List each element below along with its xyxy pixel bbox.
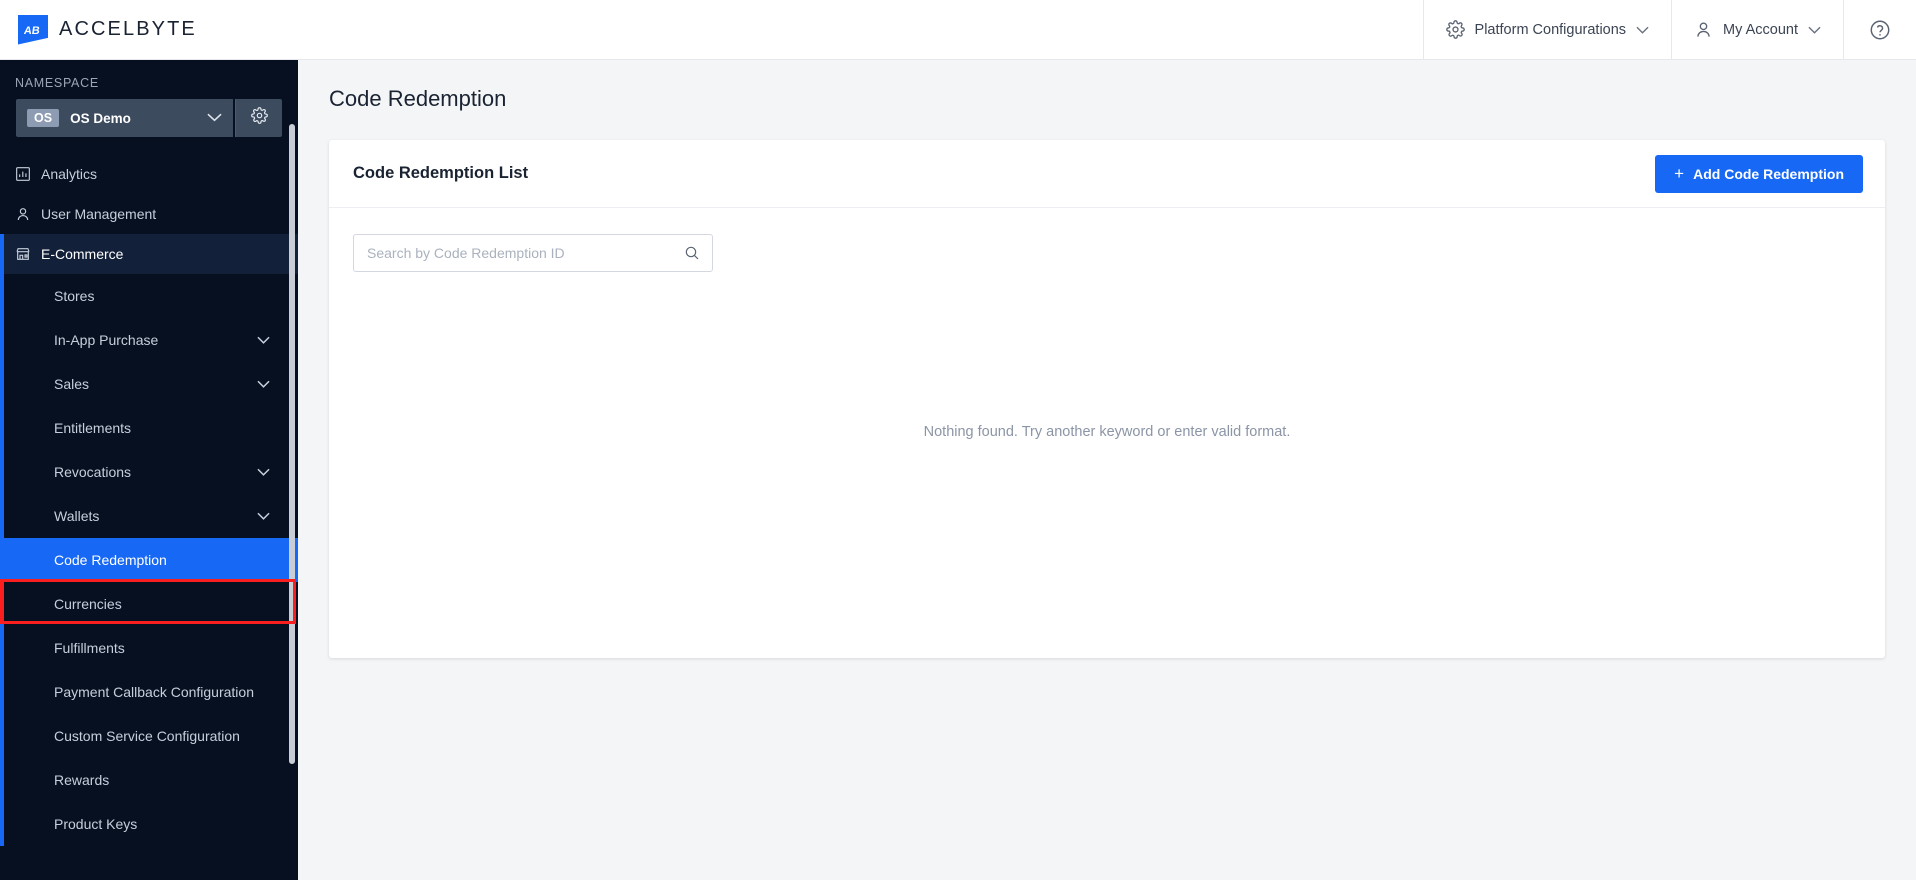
sidebar-menu: Analytics User Management E-Commerce Sto… [0, 154, 298, 846]
chevron-down-icon [257, 512, 270, 520]
bar-chart-icon [15, 166, 41, 182]
card-header: Code Redemption List + Add Code Redempti… [329, 140, 1885, 208]
sidebar-item-rewards[interactable]: Rewards [0, 758, 298, 802]
sidebar-item-code-redemption[interactable]: Code Redemption [0, 538, 298, 582]
sidebar-item-wallets[interactable]: Wallets [0, 494, 298, 538]
gear-icon [1445, 20, 1465, 39]
chevron-down-icon [1808, 22, 1821, 38]
sidebar-submenu: Stores In-App Purchase Sales Entitlement… [0, 274, 298, 846]
sidebar-item-label: Rewards [54, 772, 110, 788]
namespace-badge: OS [27, 108, 60, 128]
user-icon [1694, 20, 1713, 39]
sidebar-item-label: Payment Callback Configuration [54, 684, 254, 700]
platform-configurations-menu[interactable]: Platform Configurations [1422, 0, 1672, 60]
sidebar-item-sales[interactable]: Sales [0, 362, 298, 406]
store-icon [15, 246, 41, 262]
page-title: Code Redemption [329, 86, 507, 111]
add-code-redemption-button[interactable]: + Add Code Redemption [1655, 154, 1863, 193]
chevron-down-icon [257, 468, 270, 476]
platform-configurations-label: Platform Configurations [1474, 21, 1627, 38]
sidebar-item-user-management[interactable]: User Management [0, 194, 298, 234]
add-code-redemption-label: Add Code Redemption [1693, 165, 1844, 182]
sidebar-item-label: Stores [54, 288, 95, 304]
chevron-down-icon [1636, 22, 1649, 38]
namespace-selector[interactable]: OS OS Demo [16, 99, 233, 137]
chevron-down-icon [257, 380, 270, 388]
sidebar-item-custom-service-configuration[interactable]: Custom Service Configuration [0, 714, 298, 758]
sidebar-item-label: Code Redemption [54, 552, 167, 568]
sidebar-item-label: Product Keys [54, 816, 138, 832]
plus-icon: + [1674, 164, 1685, 183]
sidebar-item-revocations[interactable]: Revocations [0, 450, 298, 494]
sidebar: NAMESPACE OS OS Demo Analytics User Mana… [0, 60, 298, 880]
top-bar-actions: Platform Configurations My Account [1422, 0, 1916, 60]
search-input[interactable] [367, 245, 684, 261]
brand-name: ACCELBYTE [59, 18, 197, 40]
my-account-label: My Account [1723, 21, 1798, 38]
sidebar-item-fulfillments[interactable]: Fulfillments [0, 626, 298, 670]
code-redemption-card: Code Redemption List + Add Code Redempti… [329, 140, 1885, 658]
sidebar-item-product-keys[interactable]: Product Keys [0, 802, 298, 846]
card-title: Code Redemption List [353, 164, 529, 182]
top-bar: AB ACCELBYTE Platform Configurations My … [0, 0, 1916, 60]
sidebar-item-entitlements[interactable]: Entitlements [0, 406, 298, 450]
sidebar-item-label: Revocations [54, 464, 132, 480]
search-box[interactable] [353, 234, 713, 272]
sidebar-item-label: Wallets [54, 508, 100, 524]
sidebar-item-payment-callback-configuration[interactable]: Payment Callback Configuration [0, 670, 298, 714]
main-content: Code Redemption Code Redemption List + A… [298, 60, 1916, 880]
sidebar-item-label: User Management [41, 206, 157, 222]
gear-icon [250, 107, 268, 129]
chevron-down-icon [207, 109, 222, 127]
help-button[interactable] [1843, 0, 1916, 60]
namespace-label: NAMESPACE [15, 76, 99, 90]
sidebar-scrollbar[interactable] [289, 124, 295, 764]
sidebar-item-label: Fulfillments [54, 640, 125, 656]
sidebar-item-label: Currencies [54, 596, 122, 612]
sidebar-item-e-commerce[interactable]: E-Commerce [0, 234, 298, 274]
sidebar-item-label: In-App Purchase [54, 332, 159, 348]
sidebar-item-currencies[interactable]: Currencies [0, 582, 298, 626]
card-body: Nothing found. Try another keyword or en… [329, 208, 1885, 658]
sidebar-item-label: Analytics [41, 166, 98, 182]
namespace-settings-button[interactable] [235, 99, 282, 137]
sidebar-item-analytics[interactable]: Analytics [0, 154, 298, 194]
sidebar-item-label: Entitlements [54, 420, 132, 436]
brand-logo[interactable]: AB ACCELBYTE [0, 14, 197, 45]
sidebar-item-stores[interactable]: Stores [0, 274, 298, 318]
sidebar-item-label: E-Commerce [41, 246, 124, 262]
sidebar-item-label: Sales [54, 376, 90, 392]
namespace-name: OS Demo [70, 110, 131, 126]
chevron-down-icon [257, 336, 270, 344]
namespace-row: OS OS Demo [0, 99, 298, 137]
empty-state-message: Nothing found. Try another keyword or en… [923, 424, 1291, 440]
svg-text:AB: AB [24, 25, 41, 37]
search-icon[interactable] [684, 245, 700, 261]
sidebar-item-in-app-purchase[interactable]: In-App Purchase [0, 318, 298, 362]
sidebar-item-label: Custom Service Configuration [54, 728, 240, 744]
accelbyte-logo-icon: AB [18, 14, 48, 45]
person-icon [15, 206, 41, 222]
help-circle-icon [1869, 19, 1891, 41]
my-account-menu[interactable]: My Account [1671, 0, 1843, 60]
